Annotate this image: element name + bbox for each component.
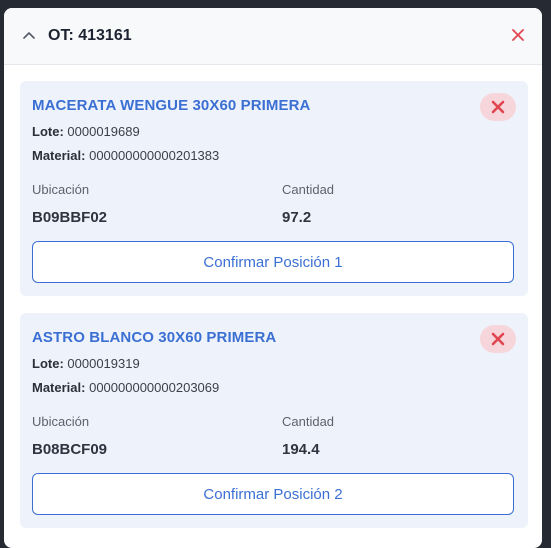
- remove-position-button[interactable]: [480, 325, 516, 353]
- work-order-panel: OT: 413161 MACERATA WENGUE 30X60 PRIMERA…: [4, 8, 542, 548]
- panel-title: OT: 413161: [48, 27, 132, 44]
- chevron-up-icon[interactable]: [22, 28, 36, 42]
- ubicacion-value: B09BBF02: [32, 209, 108, 226]
- ubicacion-value: B08BCF09: [32, 441, 108, 458]
- cantidad-value: 194.4: [282, 441, 320, 458]
- confirm-position-button[interactable]: Confirmar Posición 2: [32, 473, 514, 515]
- lote-label: Lote:: [32, 356, 64, 371]
- position-card: MACERATA WENGUE 30X60 PRIMERA Lote: 0000…: [20, 81, 528, 296]
- close-icon: [491, 100, 505, 114]
- remove-position-button[interactable]: [480, 93, 516, 121]
- ubicacion-label: Ubicación: [32, 182, 90, 197]
- position-card: ASTRO BLANCO 30X60 PRIMERA Lote: 0000019…: [20, 313, 528, 528]
- material-value: 000000000000203069: [89, 380, 220, 395]
- material-value: 000000000000201383: [89, 148, 220, 163]
- material-row: Material: 000000000000201383: [32, 148, 219, 163]
- lote-label: Lote:: [32, 124, 64, 139]
- product-title: ASTRO BLANCO 30X60 PRIMERA: [32, 329, 277, 346]
- lote-value: 0000019689: [67, 124, 140, 139]
- lote-row: Lote: 0000019319: [32, 356, 140, 371]
- ubicacion-label: Ubicación: [32, 414, 90, 429]
- confirm-position-button[interactable]: Confirmar Posición 1: [32, 241, 514, 283]
- lote-row: Lote: 0000019689: [32, 124, 140, 139]
- material-row: Material: 000000000000203069: [32, 380, 219, 395]
- close-icon[interactable]: [510, 27, 526, 43]
- material-label: Material:: [32, 380, 86, 395]
- material-label: Material:: [32, 148, 86, 163]
- cantidad-value: 97.2: [282, 209, 312, 226]
- product-title: MACERATA WENGUE 30X60 PRIMERA: [32, 97, 311, 114]
- lote-value: 0000019319: [67, 356, 140, 371]
- close-icon: [491, 332, 505, 346]
- position-list: MACERATA WENGUE 30X60 PRIMERA Lote: 0000…: [20, 81, 528, 545]
- panel-header[interactable]: OT: 413161: [4, 8, 542, 65]
- cantidad-label: Cantidad: [282, 182, 335, 197]
- cantidad-label: Cantidad: [282, 414, 335, 429]
